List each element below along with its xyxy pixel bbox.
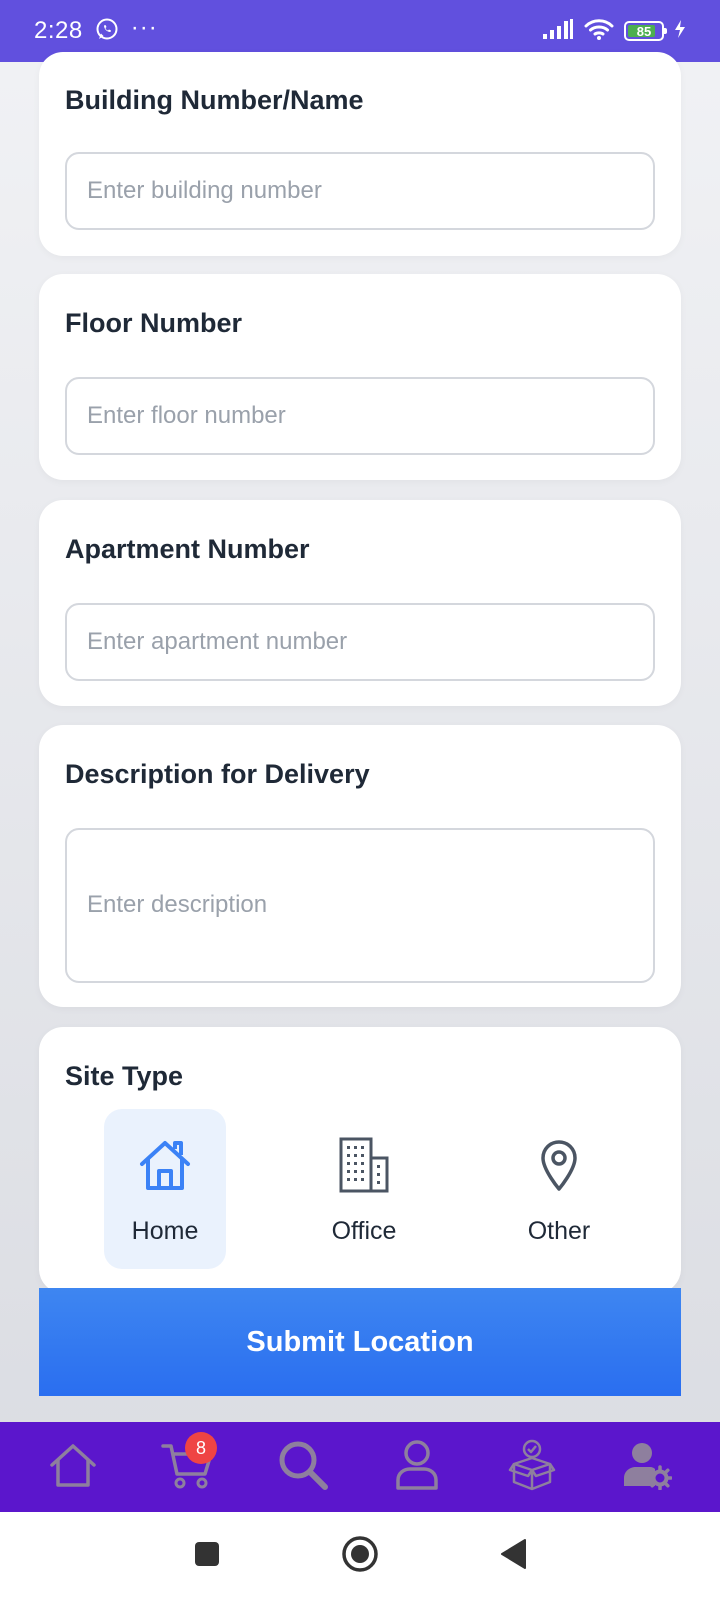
nav-home[interactable] <box>38 1432 108 1502</box>
description-card: Description for Delivery <box>39 725 681 1007</box>
nav-orders[interactable] <box>497 1432 567 1502</box>
home-icon <box>137 1135 193 1195</box>
apartment-card: Apartment Number <box>39 500 681 706</box>
charging-icon <box>674 19 686 44</box>
floor-label: Floor Number <box>65 308 243 338</box>
orders-box-icon <box>508 1438 556 1497</box>
battery-icon: 85 <box>624 21 667 41</box>
floor-number-input[interactable] <box>65 377 655 455</box>
system-navigation-bar <box>0 1512 720 1600</box>
building-number-input[interactable] <box>65 152 655 230</box>
site-type-label: Site Type <box>65 1061 184 1091</box>
site-type-other-option[interactable]: Other <box>498 1109 620 1269</box>
back-triangle-icon[interactable] <box>499 1538 527 1575</box>
whatsapp-icon <box>95 17 119 46</box>
site-type-office-option[interactable]: Office <box>303 1109 425 1269</box>
nav-search[interactable] <box>268 1432 338 1502</box>
status-time: 2:28 <box>34 17 83 44</box>
account-settings-icon <box>622 1440 673 1495</box>
description-input[interactable] <box>65 828 655 983</box>
apartment-number-input[interactable] <box>65 603 655 681</box>
site-type-card: Site Type Home Office Other <box>39 1027 681 1293</box>
wifi-icon <box>584 17 614 46</box>
site-type-home-option[interactable]: Home <box>104 1109 226 1269</box>
cart-badge: 8 <box>184 1432 217 1464</box>
site-type-home-label: Home <box>131 1217 199 1245</box>
building-icon <box>337 1135 391 1195</box>
location-pin-icon <box>539 1135 579 1195</box>
more-notifications-icon: ··· <box>130 14 158 41</box>
floor-card: Floor Number <box>39 274 681 480</box>
apartment-label: Apartment Number <box>65 534 310 564</box>
signal-icon <box>542 18 574 45</box>
submit-location-button[interactable]: Submit Location <box>39 1288 681 1396</box>
building-label: Building Number/Name <box>65 85 364 115</box>
site-type-other-label: Other <box>527 1217 591 1245</box>
home-icon <box>48 1441 98 1494</box>
profile-icon <box>394 1438 440 1497</box>
battery-percent: 85 <box>636 23 652 39</box>
status-bar-left: 2:28 ··· <box>34 14 158 46</box>
nav-account-settings[interactable] <box>612 1432 682 1502</box>
status-bar-right: 85 <box>542 17 686 46</box>
search-icon <box>276 1438 330 1497</box>
recents-square-icon[interactable] <box>193 1540 221 1573</box>
nav-profile[interactable] <box>382 1432 452 1502</box>
building-card: Building Number/Name <box>39 52 681 256</box>
description-label: Description for Delivery <box>65 759 370 789</box>
bottom-navigation: 8 <box>0 1422 720 1512</box>
home-circle-icon[interactable] <box>341 1535 379 1578</box>
site-type-office-label: Office <box>331 1217 397 1245</box>
nav-cart[interactable]: 8 <box>153 1432 223 1502</box>
